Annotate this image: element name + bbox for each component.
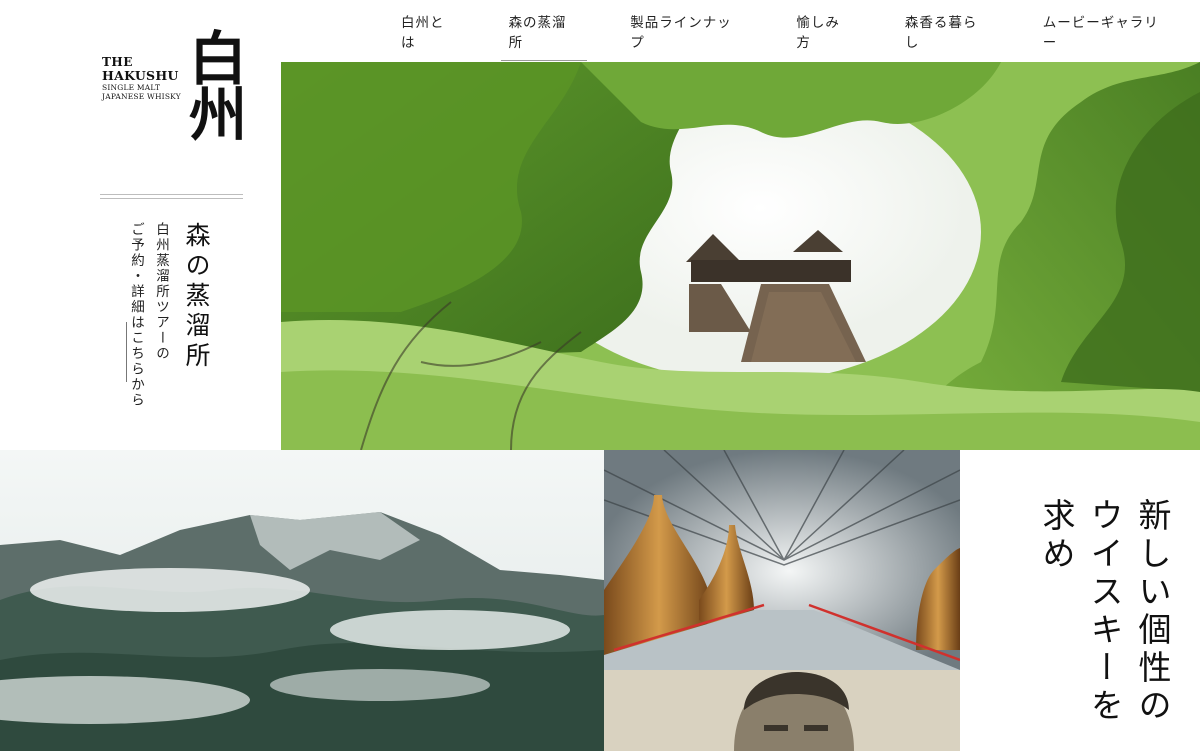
nav-item-about[interactable]: 白州とは [401, 3, 458, 59]
nav-item-lineup[interactable]: 製品ラインナップ [630, 3, 743, 59]
main-nav: 白州とは 森の蒸溜所 製品ラインナップ 愉しみ方 森香る暮らし ムービーギャラリ… [370, 0, 1170, 62]
nav-item-movie-gallery[interactable]: ムービーギャラリー [1043, 3, 1170, 59]
tour-link-underline [126, 322, 127, 382]
nav-item-forest-distillery[interactable]: 森の蒸溜所 [500, 3, 587, 61]
hero-forest-photo [281, 62, 1200, 450]
nav-item-lifestyle[interactable]: 森香る暮らし [905, 3, 990, 59]
logo-divider [100, 194, 243, 199]
brand-logo[interactable]: THE HAKUSHU SINGLE MALT JAPANESE WHISKY … [100, 28, 250, 165]
logo-kanji: 白州 [179, 28, 247, 140]
founder-portrait-photo [604, 670, 960, 751]
tour-link-line2: ご予約・詳細はこちらから [128, 222, 144, 408]
tour-link-line1: 白州蒸溜所ツアーの [153, 222, 169, 362]
mountain-photo [0, 450, 604, 751]
section-headline: 新しい個性の ウイスキーを求め [1037, 498, 1172, 726]
page-title: 森の蒸溜所 [182, 222, 211, 372]
logo-wordmark: THE HAKUSHU SINGLE MALT JAPANESE WHISKY [102, 55, 181, 102]
nav-item-how-to-enjoy[interactable]: 愉しみ方 [796, 3, 853, 59]
pot-stills-photo [604, 450, 960, 670]
